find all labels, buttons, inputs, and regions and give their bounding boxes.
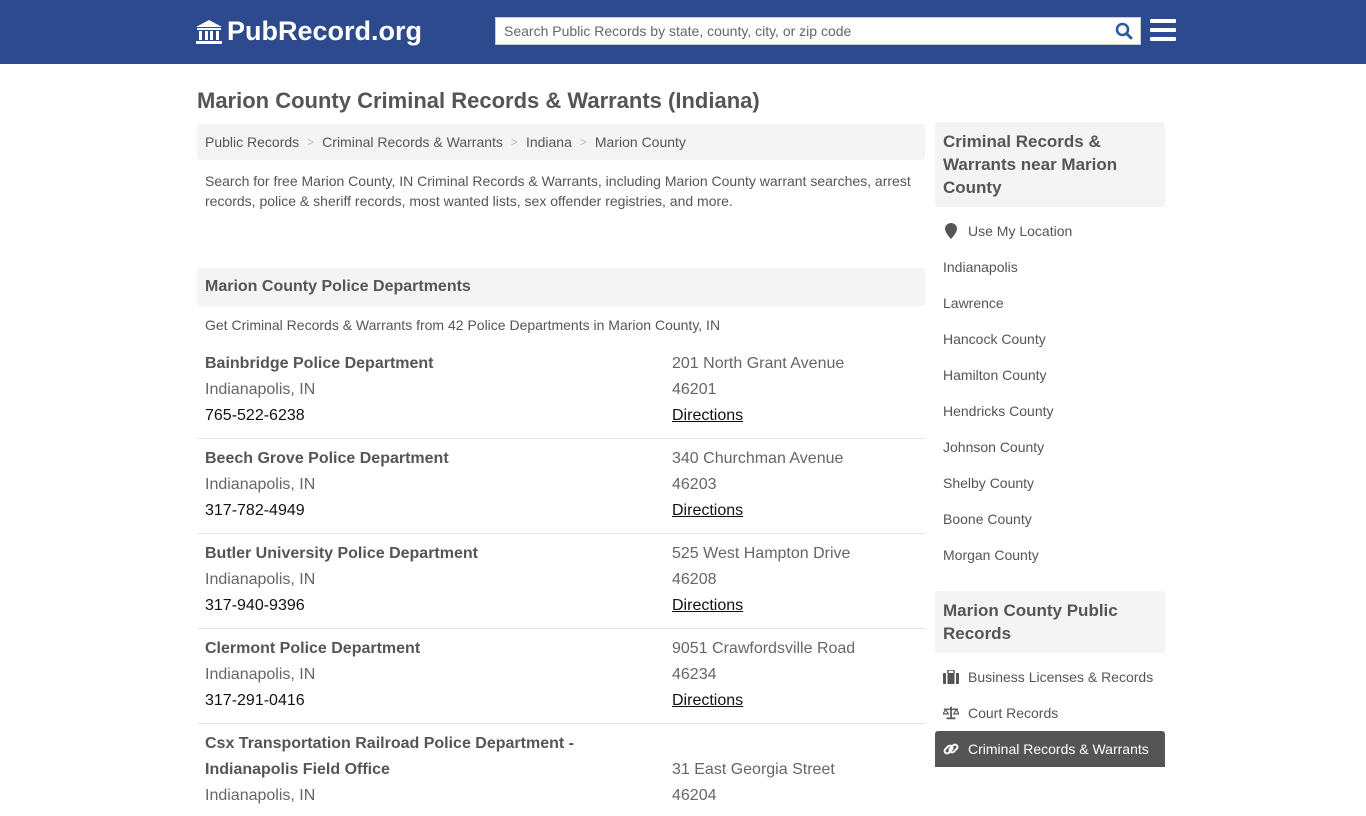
department-row: Beech Grove Police Department Indianapol… <box>197 439 925 534</box>
nearby-link-boone-county[interactable]: Boone County <box>935 501 1165 537</box>
use-my-location-link[interactable]: Use My Location <box>935 213 1165 249</box>
search-button[interactable] <box>1108 18 1140 44</box>
department-name: Clermont Police Department <box>205 640 421 657</box>
site-logo[interactable]: PubRecord.org <box>195 16 422 47</box>
department-name: Bainbridge Police Department <box>205 355 434 372</box>
department-zip: 46203 <box>672 476 717 493</box>
breadcrumb: Public Records > Criminal Records & Warr… <box>197 124 925 160</box>
business-licenses-link[interactable]: Business Licenses & Records <box>935 659 1165 695</box>
department-zip: 46201 <box>672 381 717 398</box>
search-input[interactable] <box>496 18 1108 44</box>
page-title: Marion County Criminal Records & Warrant… <box>197 88 760 113</box>
directions-link[interactable]: Directions <box>672 502 743 519</box>
nearby-link-hendricks-county[interactable]: Hendricks County <box>935 393 1165 429</box>
department-city: Indianapolis, IN <box>205 571 316 588</box>
department-zip: 46208 <box>672 571 717 588</box>
scales-icon <box>943 705 959 721</box>
link-icon <box>943 741 959 757</box>
courthouse-icon <box>196 19 222 44</box>
nearby-heading: Criminal Records & Warrants near Marion … <box>935 122 1165 207</box>
nearby-list: Use My Location Indianapolis Lawrence Ha… <box>935 207 1165 573</box>
breadcrumb-separator: > <box>579 135 587 149</box>
menu-icon-bar <box>1150 28 1176 32</box>
nearby-link-indianapolis[interactable]: Indianapolis <box>935 249 1165 285</box>
department-zip: 46204 <box>672 787 717 804</box>
department-phone[interactable]: 765-522-6238 <box>205 403 672 429</box>
use-my-location-label: Use My Location <box>968 223 1073 239</box>
department-city: Indianapolis, IN <box>205 666 316 683</box>
nearby-link-johnson-county[interactable]: Johnson County <box>935 429 1165 465</box>
logo-text: PubRecord.org <box>227 16 423 46</box>
search-bar <box>495 17 1141 45</box>
department-row: Clermont Police Department Indianapolis,… <box>197 629 925 724</box>
department-name: Beech Grove Police Department <box>205 450 449 467</box>
section-heading: Marion County Police Departments <box>197 268 925 306</box>
map-marker-icon <box>943 223 959 239</box>
criminal-records-link[interactable]: Criminal Records & Warrants <box>935 731 1165 767</box>
breadcrumb-criminal-records[interactable]: Criminal Records & Warrants <box>322 134 503 150</box>
menu-icon-bar <box>1150 19 1176 23</box>
main-content: Public Records > Criminal Records & Warr… <box>197 124 925 816</box>
directions-link[interactable]: Directions <box>672 407 743 424</box>
breadcrumb-separator: > <box>510 135 518 149</box>
public-records-heading: Marion County Public Records <box>935 591 1165 653</box>
directions-link[interactable]: Directions <box>672 692 743 709</box>
department-city: Indianapolis, IN <box>205 787 316 804</box>
department-phone[interactable]: 317-940-9396 <box>205 593 672 619</box>
department-address: 201 North Grant Avenue <box>672 355 845 372</box>
department-address: 31 East Georgia Street <box>672 761 835 778</box>
department-city: Indianapolis, IN <box>205 381 316 398</box>
search-icon <box>1115 22 1133 40</box>
nearby-link-shelby-county[interactable]: Shelby County <box>935 465 1165 501</box>
department-zip: 46234 <box>672 666 717 683</box>
public-records-list: Business Licenses & Records Court Record… <box>935 653 1165 767</box>
nearby-link-lawrence[interactable]: Lawrence <box>935 285 1165 321</box>
briefcase-icon <box>943 669 959 685</box>
department-phone[interactable]: 317-782-4949 <box>205 498 672 524</box>
intro-text: Search for free Marion County, IN Crimin… <box>205 173 911 209</box>
menu-icon-bar <box>1150 37 1176 41</box>
hamburger-menu-button[interactable] <box>1150 19 1176 43</box>
top-navbar: PubRecord.org <box>0 0 1366 64</box>
court-records-link[interactable]: Court Records <box>935 695 1165 731</box>
department-row: Bainbridge Police Department Indianapoli… <box>197 344 925 439</box>
breadcrumb-indiana[interactable]: Indiana <box>526 134 572 150</box>
department-name-line2: Indianapolis Field Office <box>205 761 390 778</box>
criminal-records-label: Criminal Records & Warrants <box>968 741 1149 757</box>
business-licenses-label: Business Licenses & Records <box>968 669 1154 685</box>
department-address: 340 Churchman Avenue <box>672 450 844 467</box>
department-row: Butler University Police Department Indi… <box>197 534 925 629</box>
department-name-line1: Csx Transportation Railroad Police Depar… <box>205 735 574 752</box>
department-city: Indianapolis, IN <box>205 476 316 493</box>
sidebar: Criminal Records & Warrants near Marion … <box>935 122 1165 767</box>
department-phone[interactable]: 317-291-0416 <box>205 688 672 714</box>
department-address: 9051 Crawfordsville Road <box>672 640 856 657</box>
directions-link[interactable]: Directions <box>672 597 743 614</box>
department-row: Csx Transportation Railroad Police Depar… <box>197 724 925 816</box>
section-subtitle: Get Criminal Records & Warrants from 42 … <box>205 317 721 333</box>
department-address: 525 West Hampton Drive <box>672 545 851 562</box>
breadcrumb-public-records[interactable]: Public Records <box>205 134 299 150</box>
breadcrumb-separator: > <box>307 135 315 149</box>
nearby-link-hamilton-county[interactable]: Hamilton County <box>935 357 1165 393</box>
department-name: Butler University Police Department <box>205 545 478 562</box>
court-records-label: Court Records <box>968 705 1059 721</box>
nearby-link-hancock-county[interactable]: Hancock County <box>935 321 1165 357</box>
nearby-link-morgan-county[interactable]: Morgan County <box>935 537 1165 573</box>
breadcrumb-marion-county[interactable]: Marion County <box>595 134 686 150</box>
